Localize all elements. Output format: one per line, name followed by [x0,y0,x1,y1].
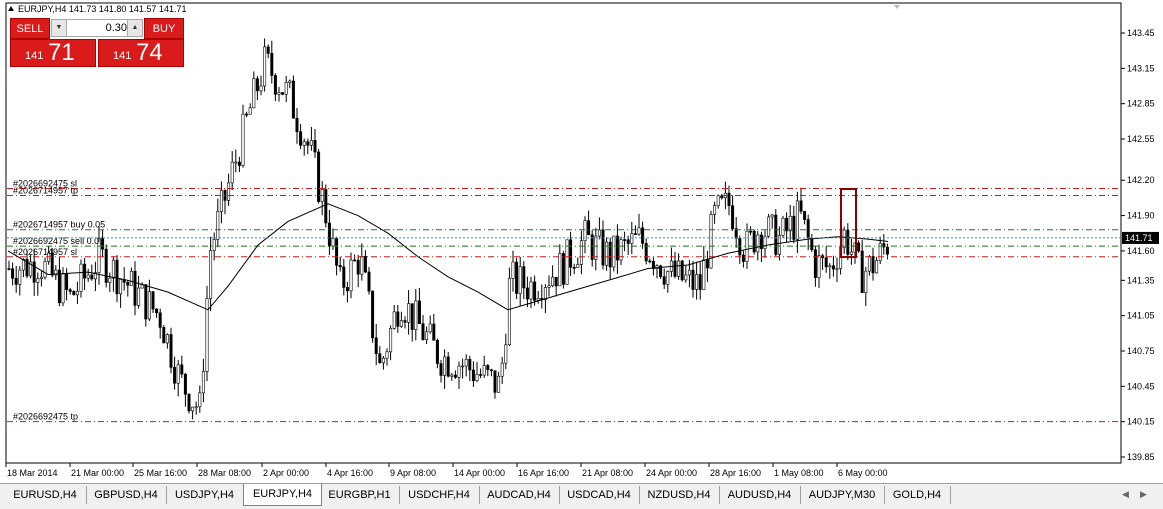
candle [104,244,108,288]
y-tick-label: 143.15 [1127,63,1155,73]
time-axis[interactable]: 18 Mar 2014 21 Mar 00:00 25 Mar 16:00 28 Ma… [5,463,888,478]
tab-eurjpy-h4[interactable]: EURJPY,H4 [243,484,322,506]
plot-frame [5,2,1122,464]
tab-audusd-h4[interactable]: AUDUSD,H4 [719,486,801,504]
x-tick-label: 21 Mar 00:00 [71,468,124,478]
x-tick-label: 6 May 00:00 [838,468,888,478]
buy-button[interactable]: BUY [144,18,184,39]
x-tick-label: 28 Apr 16:00 [710,468,761,478]
candle [680,259,684,282]
x-tick-label: 1 May 08:00 [774,468,824,478]
x-tick-label: 28 Mar 08:00 [198,468,251,478]
lot-input[interactable] [67,20,129,36]
candle [205,285,209,382]
lot-increase-icon[interactable]: ▲ [127,20,142,36]
candle [291,75,295,119]
order-label: #2026692475 tp [13,412,78,422]
y-tick-label: 142.55 [1127,134,1155,144]
tab-gbpusd-h4[interactable]: GBPUSD,H4 [86,486,167,504]
bid-label-text: 141.71 [1125,233,1153,243]
candle [515,257,519,299]
tab-gold-h4[interactable]: GOLD,H4 [884,486,951,504]
y-tick-label: 139.85 [1127,452,1155,462]
tab-usdchf-h4[interactable]: USDCHF,H4 [399,486,480,504]
tab-eurgbp-h1[interactable]: EURGBP,H1 [320,486,400,504]
x-tick-label: 16 Apr 16:00 [518,468,569,478]
candle [767,213,771,239]
lot-decrease-icon[interactable]: ▼ [52,20,67,36]
one-click-trading-panel: SELL ▼ ▲ BUY 141 71 141 74 [10,18,186,67]
tab-nzdusd-h4[interactable]: NZDUSD,H4 [639,486,720,504]
x-tick-label: 2 Apr 00:00 [263,468,309,478]
y-tick-label: 141.60 [1127,246,1155,256]
order-label: #2026714957 buy 0.05 [13,220,105,230]
triangle-right-icon[interactable]: ▶ [1140,489,1147,500]
sell-price[interactable]: 141 71 [10,39,96,67]
x-tick-label: 18 Mar 2014 [7,468,58,478]
candle [371,290,375,343]
y-tick-label: 141.35 [1127,275,1155,285]
tab-usdjpy-h4[interactable]: USDJPY,H4 [166,486,244,504]
candle [752,229,756,255]
chart-title: EURJPY,H4 141.73 141.80 141.57 141.71 [8,4,186,14]
symbol-tabs: EURUSD,H4 GBPUSD,H4 USDJPY,H4 EURJPY,H4 EURG… [0,483,1163,509]
y-tick-label: 140.45 [1127,381,1155,391]
y-tick-label: 141.05 [1127,311,1155,321]
tab-usdcad-h4[interactable]: USDCAD,H4 [559,486,640,504]
triangle-left-icon[interactable]: ◀ [1122,489,1129,500]
tab-audjpy-m30[interactable]: AUDJPY,M30 [800,486,885,504]
tab-audcad-h4[interactable]: AUDCAD,H4 [479,486,560,504]
candle [507,267,511,346]
candle [435,338,439,369]
buy-price[interactable]: 141 74 [98,39,184,67]
candle [241,104,245,168]
order-label: #2026714957 sl [13,247,77,257]
x-tick-label: 21 Apr 08:00 [582,468,633,478]
candle [169,327,173,374]
candle [709,210,713,269]
lot-size-field[interactable]: ▼ ▲ [51,19,143,37]
y-tick-label: 143.45 [1127,28,1155,38]
price-chart[interactable]: #2026692475 sl#2026714957 tp#2026714957 … [0,0,1163,483]
order-label: #2026692475 sell 0.06 [13,236,104,246]
candle [187,393,191,414]
y-tick-label: 140.75 [1127,346,1155,356]
y-tick-label: 142.85 [1127,99,1155,109]
order-label: #2026714957 tp [13,186,78,196]
y-tick-label: 140.15 [1127,417,1155,427]
x-tick-label: 9 Apr 08:00 [390,468,436,478]
y-tick-label: 142.20 [1127,175,1155,185]
x-tick-label: 14 Apr 00:00 [454,468,505,478]
candle [612,235,616,272]
x-tick-label: 24 Apr 00:00 [646,468,697,478]
x-tick-label: 4 Apr 16:00 [327,468,373,478]
collapse-triangle-icon[interactable] [8,6,14,11]
chart-window[interactable]: #2026692475 sl #2026714957 tp #2026714957 … [0,0,1163,483]
candle [324,184,328,228]
tab-eurusd-h4[interactable]: EURUSD,H4 [4,486,87,504]
price-axis[interactable]: 143.45 143.15 142.85 142.55 142.20 141.90 141.… [1121,28,1155,462]
candle [162,325,166,344]
y-tick-label: 141.90 [1127,211,1155,221]
sell-button[interactable]: SELL [10,18,50,39]
candle [781,215,785,239]
x-tick-label: 25 Mar 16:00 [134,468,187,478]
candle [774,209,778,257]
